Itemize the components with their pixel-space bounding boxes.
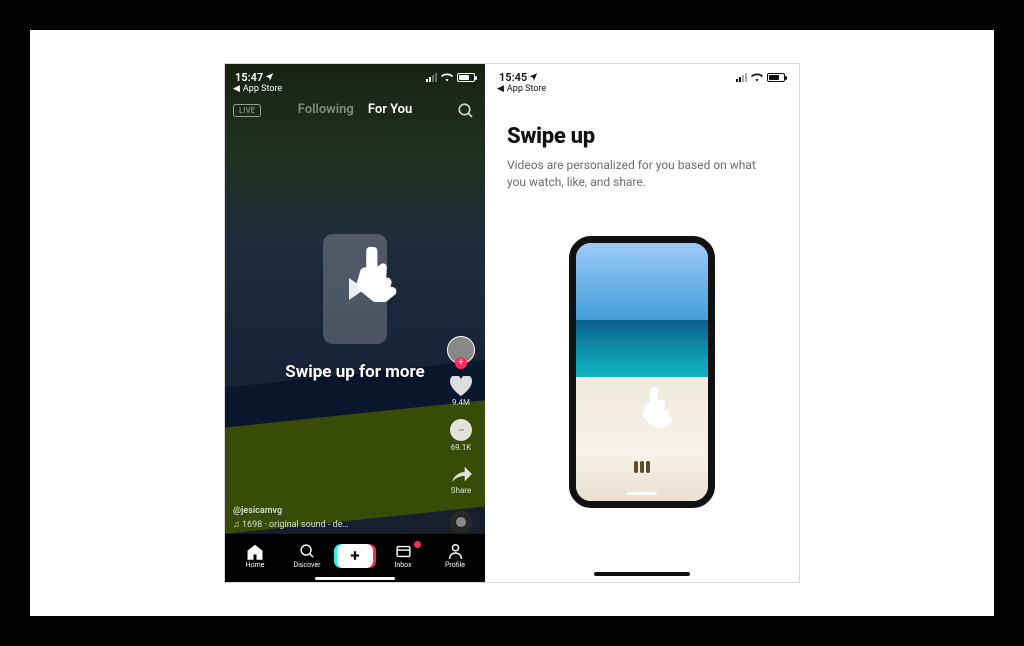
tab-for-you[interactable]: For You [368,102,412,117]
mock-people [634,461,650,473]
nav-home[interactable]: Home [229,543,281,569]
comment-button[interactable]: ··· 69.1K [450,419,472,452]
onboarding-copy: Swipe up Videos are personalized for you… [507,124,769,191]
tab-following[interactable]: Following [298,102,354,117]
swipe-hand-icon [351,240,409,306]
search-icon [299,543,316,560]
bottom-nav: Home Discover Inbox Profile [225,534,485,582]
nav-inbox[interactable]: Inbox [377,543,429,569]
nav-create[interactable] [337,544,373,568]
location-arrow-icon [265,71,274,84]
nav-profile-label: Profile [445,561,465,569]
comment-icon: ··· [450,419,472,441]
battery-icon [457,73,475,82]
music-disc-icon[interactable] [450,511,472,533]
back-to-appstore[interactable]: ◀ App Store [497,84,546,94]
comment-count: 69.1K [451,443,472,452]
onboarding-title: Swipe up [507,124,769,149]
battery-icon [767,73,785,82]
inbox-icon [395,543,412,560]
phone-right-onboarding: 15:45 ◀ App Store Swipe u [485,64,799,582]
wifi-icon [751,73,763,82]
back-to-appstore[interactable]: ◀ App Store [233,84,282,94]
notification-dot-icon [414,541,421,548]
status-time: 15:45 [499,71,527,84]
cellular-icon [426,73,437,82]
share-button[interactable]: Share [450,464,472,495]
location-arrow-icon [529,71,538,84]
like-count: 9.4M [452,398,470,407]
back-label: App Store [243,84,282,94]
phone-left-tiktok-feed: 15:47 ◀ App Store LIVE [225,64,485,582]
onboarding-subtitle: Videos are personalized for you based on… [507,157,769,191]
home-indicator[interactable] [594,572,690,576]
share-label: Share [451,486,471,495]
nav-inbox-label: Inbox [394,561,411,569]
cellular-icon [736,73,747,82]
wifi-icon [441,73,453,82]
caption-sound[interactable]: ♫ 1698 · original sound - de… [233,519,349,530]
screenshots-card: 15:47 ◀ App Store LIVE [224,63,800,583]
nav-profile[interactable]: Profile [429,543,481,569]
caption: @jesicamvg ♫ 1698 · original sound - de… [233,506,349,530]
mock-phone-illustration [569,236,715,508]
search-icon[interactable] [457,102,475,124]
home-icon [246,543,264,560]
nav-home-label: Home [246,561,265,569]
nav-discover-label: Discover [294,561,321,569]
like-button[interactable]: 9.4M [450,376,472,407]
status-time: 15:47 [235,71,263,84]
white-canvas: 15:47 ◀ App Store LIVE [30,30,994,616]
home-indicator[interactable] [315,577,395,580]
chevron-left-icon: ◀ [497,84,504,94]
caption-user[interactable]: @jesicamvg [233,506,349,516]
swipe-hand-icon [639,382,681,432]
live-badge[interactable]: LIVE [233,104,261,117]
avatar-icon [447,336,475,364]
action-rail: 9.4M ··· 69.1K Share [443,336,479,533]
person-icon [448,543,463,560]
page-frame: 15:47 ◀ App Store LIVE [0,0,1024,646]
chevron-left-icon: ◀ [233,84,240,94]
feed-tabs: Following For You [298,102,413,117]
mock-home-indicator [627,492,657,495]
nav-discover[interactable]: Discover [281,543,333,569]
author-avatar[interactable] [447,336,475,364]
back-label: App Store [507,84,546,94]
